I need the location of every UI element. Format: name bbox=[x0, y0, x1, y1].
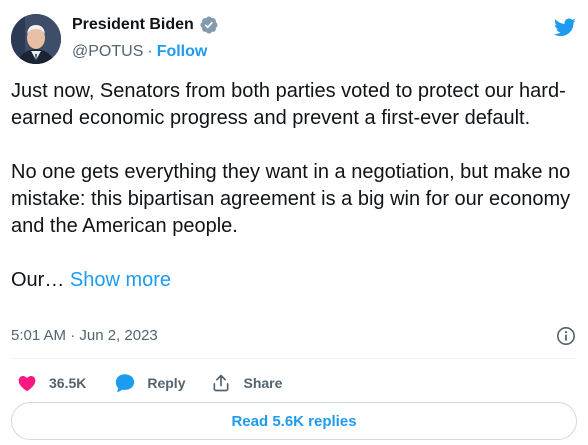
avatar[interactable] bbox=[11, 14, 61, 64]
author-handle[interactable]: @POTUS bbox=[72, 43, 143, 61]
like-button[interactable]: 36.5K bbox=[11, 373, 86, 393]
share-button[interactable]: Share bbox=[211, 373, 282, 393]
tweet-paragraph-3: Our… Show more bbox=[11, 267, 581, 294]
divider bbox=[11, 358, 577, 359]
read-replies-button[interactable]: Read 5.6K replies bbox=[11, 402, 577, 440]
action-bar: 36.5K Reply Share bbox=[11, 370, 282, 396]
reply-button[interactable]: Reply bbox=[114, 372, 185, 394]
author-display-name[interactable]: President Biden bbox=[72, 16, 194, 34]
twitter-bird-icon[interactable] bbox=[553, 16, 577, 38]
speech-bubble-icon bbox=[116, 374, 135, 393]
info-icon[interactable] bbox=[556, 326, 576, 346]
like-count: 36.5K bbox=[49, 375, 87, 391]
verified-badge-icon bbox=[200, 16, 218, 34]
tweet-embed-card: President Biden @POTUS · Follow Just now… bbox=[0, 0, 588, 445]
tweet-truncated-text: Our… bbox=[11, 269, 70, 291]
share-label: Share bbox=[243, 375, 283, 391]
heart-icon bbox=[18, 376, 36, 392]
share-upload-icon bbox=[213, 374, 229, 392]
author-handle-row: @POTUS · Follow bbox=[72, 42, 207, 62]
tweet-paragraph-2: No one gets everything they want in a ne… bbox=[11, 161, 571, 237]
separator-dot: · bbox=[147, 43, 153, 60]
reply-label: Reply bbox=[147, 375, 186, 391]
show-more-link[interactable]: Show more bbox=[70, 269, 171, 291]
follow-button[interactable]: Follow bbox=[157, 43, 208, 61]
tweet-body: Just now, Senators from both parties vot… bbox=[11, 78, 581, 294]
tweet-paragraph-1: Just now, Senators from both parties vot… bbox=[11, 80, 566, 129]
tweet-timestamp[interactable]: 5:01 AM · Jun 2, 2023 bbox=[11, 327, 158, 344]
author-name-row: President Biden bbox=[72, 14, 219, 36]
